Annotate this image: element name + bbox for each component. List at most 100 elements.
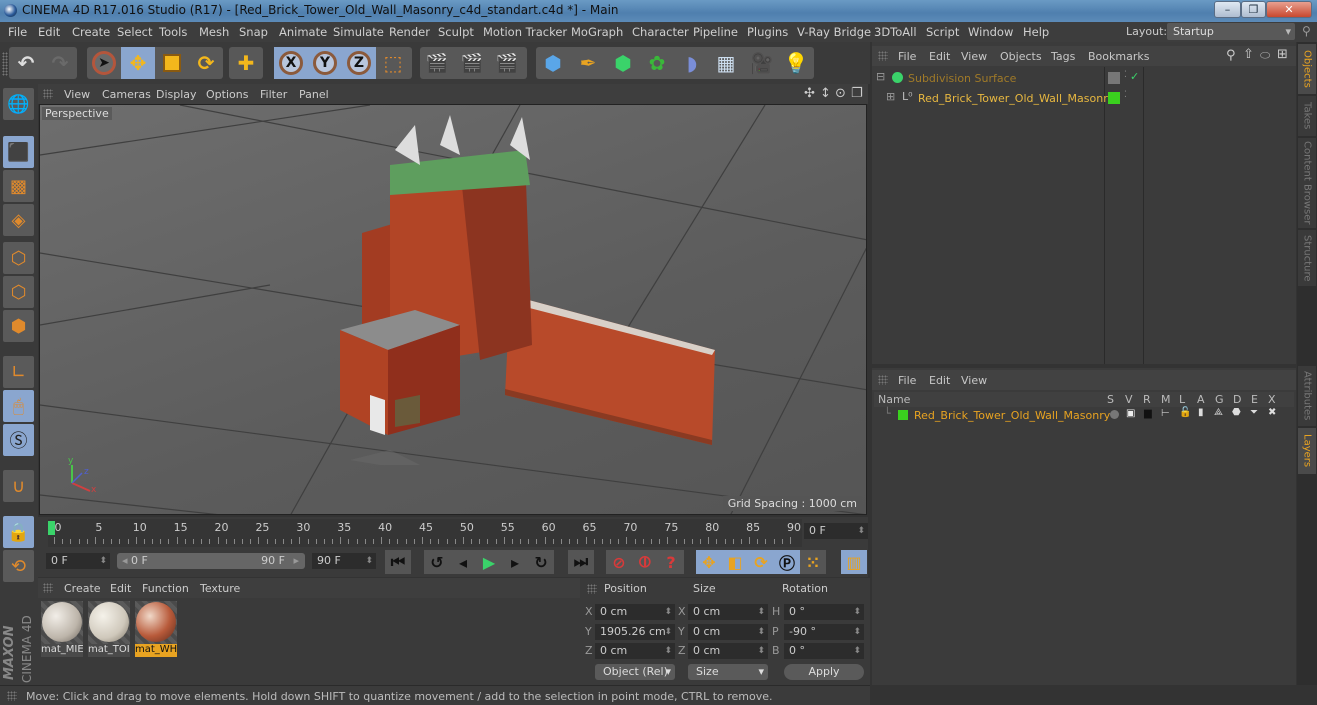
column-view[interactable]: V (1125, 393, 1133, 406)
lock-toggle-icon[interactable]: 🔓 (1179, 407, 1191, 418)
menu-sculpt[interactable]: Sculpt (438, 25, 474, 39)
spinner-icon[interactable]: ⬍ (365, 553, 373, 569)
model-mode-button[interactable]: ⬛ (3, 136, 34, 168)
material-menu-function[interactable]: Function (142, 582, 189, 595)
column-xrefs[interactable]: X (1268, 393, 1276, 406)
menu-pipeline[interactable]: Pipeline (693, 25, 738, 39)
viewport-grip[interactable] (43, 89, 53, 99)
menu-help[interactable]: Help (1023, 25, 1049, 39)
deformers-toggle-icon[interactable]: ⬣ (1232, 407, 1241, 418)
menu-vray-bridge[interactable]: V-Ray Bridge (797, 25, 871, 39)
cloner-button[interactable]: ✿ (640, 47, 674, 79)
column-animation[interactable]: A (1197, 393, 1205, 406)
object-menu-view[interactable]: View (961, 50, 987, 63)
key-rotation-button[interactable]: ⟳ (748, 550, 774, 574)
menu-select[interactable]: Select (117, 25, 152, 39)
xrefs-toggle-icon[interactable]: ✖ (1268, 407, 1276, 418)
object-name[interactable]: Subdivision Surface (908, 72, 1016, 85)
rotation-p-field[interactable]: -90 ° ⬍ (784, 624, 864, 640)
column-manager[interactable]: M (1161, 393, 1171, 406)
solo-toggle-icon[interactable] (1110, 410, 1119, 419)
render-picture-viewer-button[interactable]: 🎬 (455, 47, 489, 79)
material-swatch[interactable]: mat_TOI (88, 601, 130, 657)
spinner-icon[interactable]: ⬍ (664, 604, 672, 620)
goto-end-button[interactable]: ⏭ (568, 550, 594, 574)
apply-button[interactable]: Apply (784, 664, 864, 680)
next-key-button[interactable]: ↻ (528, 550, 554, 574)
object-menu-tags[interactable]: Tags (1051, 50, 1075, 63)
render-view-button[interactable]: 🎬 (420, 47, 454, 79)
edges-mode-button[interactable]: ⬡ (3, 276, 34, 308)
camera-button[interactable]: 🎥 (744, 47, 778, 79)
menu-motion-tracker[interactable]: Motion Tracker (483, 25, 567, 39)
end-frame-field[interactable]: 90 F ⬍ (312, 553, 376, 569)
menu-simulate[interactable]: Simulate (333, 25, 384, 39)
material-menu-create[interactable]: Create (64, 582, 101, 595)
recent-move-button[interactable]: ✚ (229, 47, 263, 79)
object-row-red-brick-tower[interactable]: ⊞ L⁰ Red_Brick_Tower_Old_Wall_Masonry ⁚ (872, 89, 1296, 108)
range-right-arrow-icon[interactable]: ▸ (293, 553, 299, 569)
key-scale-button[interactable]: ◧ (722, 550, 748, 574)
column-locked[interactable]: L (1179, 393, 1185, 406)
column-render[interactable]: R (1143, 393, 1151, 406)
redo-button[interactable]: ↷ (43, 47, 77, 79)
expressions-toggle-icon[interactable]: ⏷ (1250, 407, 1258, 418)
size-mode-select[interactable]: Size ▾ (688, 664, 768, 680)
spinner-icon[interactable]: ⬍ (99, 553, 107, 569)
enabled-check-icon[interactable]: ✓ (1130, 70, 1139, 83)
coordinate-mode-select[interactable]: Object (Rel) ▾ (595, 664, 675, 680)
minimize-button[interactable]: – (1214, 1, 1241, 18)
object-menu-bookmarks[interactable]: Bookmarks (1088, 50, 1149, 63)
view-toggle-icon[interactable]: ▣ (1126, 408, 1135, 419)
tab-takes[interactable]: Takes (1298, 96, 1316, 136)
column-expressions[interactable]: E (1251, 393, 1258, 406)
eye-icon[interactable]: ⬭ (1260, 48, 1270, 63)
play-button[interactable]: ▶ (476, 550, 502, 574)
frame-range-slider[interactable]: ◂ 0 F 90 F ▸ (117, 553, 305, 569)
object-name[interactable]: Red_Brick_Tower_Old_Wall_Masonry (918, 92, 1114, 105)
layer-tag-icon[interactable] (1108, 72, 1120, 84)
visibility-dots-icon[interactable]: ⁚ (1124, 90, 1127, 100)
home-up-icon[interactable]: ⇧ (1243, 47, 1254, 62)
toolbar-grip[interactable] (2, 52, 8, 76)
layer-menu-edit[interactable]: Edit (929, 374, 950, 387)
position-y-field[interactable]: 1905.26 cm ⬍ (595, 624, 675, 640)
menu-create[interactable]: Create (72, 25, 110, 39)
spinner-icon[interactable]: ⬍ (757, 604, 765, 620)
menu-window[interactable]: Window (968, 25, 1013, 39)
layer-color-swatch[interactable] (898, 410, 908, 420)
rotate-view-icon[interactable]: ⊙ (835, 86, 846, 101)
workplane-lock-button[interactable]: 🔒 (3, 516, 34, 548)
material-menu-edit[interactable]: Edit (110, 582, 131, 595)
record-keys-button[interactable]: ⊘ (606, 550, 632, 574)
tab-objects[interactable]: Objects (1298, 44, 1316, 94)
z-axis-button[interactable]: Z (342, 47, 376, 79)
viewport-menu-options[interactable]: Options (206, 88, 248, 101)
viewport-menu-cameras[interactable]: Cameras (102, 88, 151, 101)
position-x-field[interactable]: 0 cm ⬍ (595, 604, 675, 620)
move-tool-button[interactable]: ✥ (121, 47, 155, 79)
generators-toggle-icon[interactable]: ⟁ (1214, 407, 1223, 418)
column-deformers[interactable]: D (1233, 393, 1241, 406)
deformer-button[interactable]: ◗ (675, 47, 709, 79)
undo-button[interactable]: ↶ (9, 47, 43, 79)
y-axis-button[interactable]: Y (308, 47, 342, 79)
next-frame-button[interactable]: ▸ (502, 550, 528, 574)
collapse-icon[interactable]: ⊟ (876, 70, 885, 83)
magnet-button[interactable]: ∪ (3, 470, 34, 502)
pen-spline-button[interactable]: ✒ (571, 47, 605, 79)
menu-mograph[interactable]: MoGraph (571, 25, 623, 39)
menu-edit[interactable]: Edit (38, 25, 60, 39)
subdivision-surface-button[interactable]: ⬢ (606, 47, 640, 79)
spinner-icon[interactable]: ⬍ (757, 643, 765, 659)
coordinate-system-button[interactable]: ⬚ (376, 47, 410, 79)
maximize-view-icon[interactable]: ❐ (851, 86, 863, 101)
rotation-b-field[interactable]: 0 ° ⬍ (784, 643, 864, 659)
menu-plugins[interactable]: Plugins (747, 25, 788, 39)
object-menu-file[interactable]: File (898, 50, 916, 63)
visibility-dots-icon[interactable]: ⁚ (1124, 70, 1127, 80)
goto-start-button[interactable]: ⏮ (385, 550, 411, 574)
size-x-field[interactable]: 0 cm ⬍ (688, 604, 768, 620)
material-menu-texture[interactable]: Texture (200, 582, 240, 595)
close-button[interactable]: ✕ (1266, 1, 1312, 18)
